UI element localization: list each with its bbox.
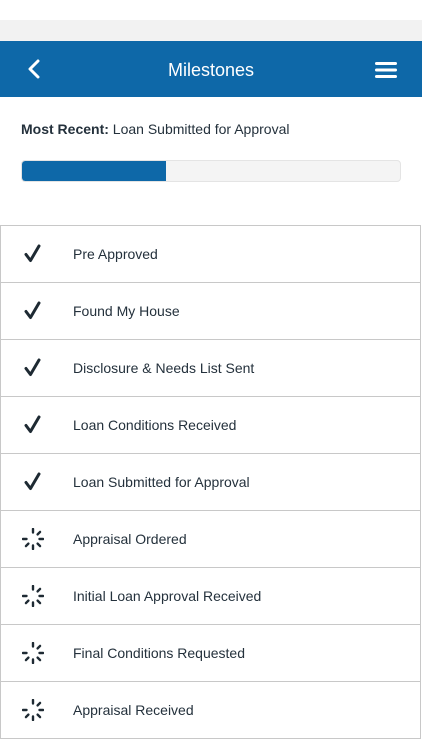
milestone-item[interactable]: Loan Submitted for Approval [1,454,420,511]
progress-bar-fill [22,161,166,181]
pending-spinner-icon [21,527,45,551]
status-bar-top [0,0,422,20]
checkmark-icon [22,357,44,379]
checkmark-icon [22,414,44,436]
hamburger-menu-icon [375,62,397,78]
milestone-label: Appraisal Received [73,702,194,718]
checkmark-icon [22,471,44,493]
milestone-list: Pre Approved Found My House Disclosure & N… [0,225,421,739]
milestone-item[interactable]: Appraisal Ordered [1,511,420,568]
milestone-label: Initial Loan Approval Received [73,588,262,604]
milestone-label: Pre Approved [73,246,158,262]
most-recent-summary: Most Recent: Loan Submitted for Approval [21,121,289,137]
milestone-label: Loan Conditions Received [73,417,237,433]
pending-spinner-icon [21,584,45,608]
pending-spinner-icon [21,641,45,665]
menu-button[interactable] [372,57,400,83]
pending-spinner-icon [21,698,45,722]
milestone-label: Found My House [73,303,180,319]
most-recent-value: Loan Submitted for Approval [112,121,290,137]
chevron-left-icon [28,59,40,79]
progress-bar [21,160,401,182]
milestone-item[interactable]: Initial Loan Approval Received [1,568,420,625]
checkmark-icon [22,300,44,322]
milestone-item[interactable]: Found My House [1,283,420,340]
milestone-item[interactable]: Disclosure & Needs List Sent [1,340,420,397]
back-button[interactable] [18,53,50,85]
status-bar [0,0,422,41]
milestone-label: Disclosure & Needs List Sent [73,360,255,376]
milestone-label: Final Conditions Requested [73,645,245,661]
milestone-item[interactable]: Loan Conditions Received [1,397,420,454]
milestone-item[interactable]: Pre Approved [1,226,420,283]
checkmark-icon [22,243,44,265]
milestone-item[interactable]: Appraisal Received [1,682,420,739]
most-recent-label: Most Recent: [21,121,109,137]
milestone-label: Appraisal Ordered [73,531,187,547]
milestone-item[interactable]: Final Conditions Requested [1,625,420,682]
milestone-label: Loan Submitted for Approval [73,474,250,490]
page-title: Milestones [167,60,255,80]
nav-bar: Milestones [0,41,422,97]
